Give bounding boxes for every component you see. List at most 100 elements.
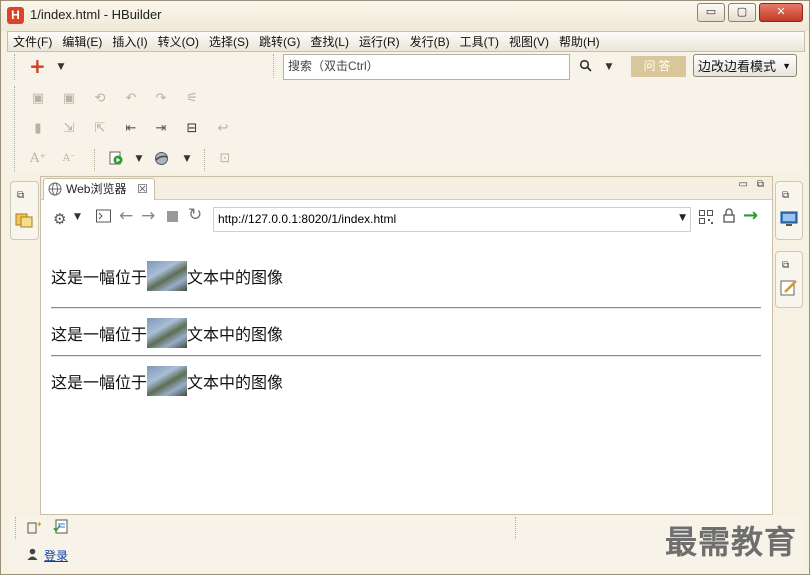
maximize-button[interactable]: ▢ — [728, 3, 756, 22]
new-plus-icon[interactable]: + — [29, 56, 46, 76]
user-icon — [27, 548, 38, 563]
menu-help[interactable]: 帮助(H) — [554, 33, 605, 50]
menu-view[interactable]: 视图(V) — [504, 33, 554, 50]
toolbar-separator — [273, 54, 276, 78]
format-icon[interactable]: ⚟ — [184, 91, 200, 107]
svg-text:✦: ✦ — [36, 520, 41, 529]
refresh-icon[interactable]: ↻ — [188, 205, 202, 225]
new-view-icon[interactable]: ✦ — [27, 520, 43, 537]
toolbar-grip — [14, 54, 17, 80]
inline-tree-image — [147, 261, 188, 291]
hbuilder-window: H 1/index.html - HBuilder ▭ ▢ ✕ 文件(F) 编辑… — [0, 0, 810, 575]
minimize-panel-icon[interactable]: ▭ — [739, 179, 748, 190]
save-all-icon[interactable]: ▣ — [61, 91, 77, 107]
watermark-logo: 最需教育 — [664, 523, 797, 561]
back-arrow-icon[interactable]: ← — [119, 206, 133, 226]
outline-monitor-icon[interactable] — [780, 210, 798, 231]
toolbar-separator — [204, 149, 207, 171]
search-icon[interactable] — [577, 59, 593, 75]
minimize-button[interactable]: ▭ — [697, 3, 725, 22]
browser-tab-bar: Web浏览器 ☒ ▭ ⧉ — [41, 177, 772, 200]
export-icon[interactable]: ⇱ — [92, 121, 108, 137]
comment-icon[interactable]: ⊟ — [184, 121, 200, 137]
tab-web-browser[interactable]: Web浏览器 ☒ — [43, 178, 155, 200]
go-arrow-icon[interactable]: → — [743, 205, 758, 226]
menu-convert[interactable]: 转义(O) — [153, 33, 204, 50]
settings-gear-icon[interactable]: ⚙ — [53, 210, 66, 228]
inline-tree-image — [147, 366, 188, 396]
restore-panel-icon[interactable]: ⧉ — [17, 190, 24, 201]
indent-right-icon[interactable]: ⇥ — [153, 121, 169, 137]
menu-tools[interactable]: 工具(T) — [455, 33, 504, 50]
menu-select[interactable]: 选择(S) — [204, 33, 254, 50]
font-decrease-icon[interactable]: A⁻ — [61, 151, 77, 167]
paragraph-text-before: 这是一幅位于 — [51, 373, 148, 392]
tab-close-icon[interactable]: ☒ — [137, 179, 148, 199]
menu-insert[interactable]: 插入(I) — [107, 33, 152, 50]
stop-icon[interactable] — [167, 211, 178, 222]
revert-icon[interactable]: ⟲ — [92, 91, 108, 107]
bookmark-icon[interactable]: ▮ — [30, 121, 46, 137]
project-folder-icon[interactable] — [15, 210, 33, 231]
ask-button[interactable]: 问答 — [631, 56, 686, 77]
status-separator — [515, 517, 516, 539]
inline-tree-image — [147, 318, 188, 348]
preview-dropdown-chevron-icon[interactable]: ▼ — [179, 151, 195, 167]
menu-edit[interactable]: 编辑(E) — [57, 33, 107, 50]
toolbar-separator — [94, 149, 97, 171]
url-history-chevron-icon[interactable]: ▼ — [679, 213, 686, 223]
paragraph-3: 这是一幅位于 文本中的图像 — [51, 366, 283, 396]
run-icon[interactable] — [108, 151, 124, 167]
browser-preview-icon[interactable] — [153, 151, 169, 167]
title-bar: H 1/index.html - HBuilder ▭ ▢ ✕ — [1, 1, 809, 31]
menu-find[interactable]: 查找(L) — [305, 33, 354, 50]
menu-run[interactable]: 运行(R) — [354, 33, 405, 50]
redo-icon[interactable]: ↷ — [153, 91, 169, 107]
globe-icon — [48, 182, 62, 202]
paragraph-text-after: 文本中的图像 — [187, 268, 284, 287]
right-side-panel-bottom: ⧉ — [775, 251, 803, 308]
paragraph-text-before: 这是一幅位于 — [51, 325, 148, 344]
menu-goto[interactable]: 跳转(G) — [254, 33, 305, 50]
menu-bar: 文件(F) 编辑(E) 插入(I) 转义(O) 选择(S) 跳转(G) 查找(L… — [7, 31, 805, 52]
message-icon[interactable]: ⊡ — [217, 151, 233, 167]
new-dropdown-chevron-icon[interactable]: ▼ — [53, 59, 69, 75]
close-button[interactable]: ✕ — [759, 3, 803, 22]
indent-left-icon[interactable]: ⇤ — [123, 121, 139, 137]
login-link[interactable]: 登录 — [44, 547, 68, 564]
search-box[interactable] — [283, 54, 570, 80]
lock-icon[interactable] — [723, 208, 735, 226]
paragraph-text-before: 这是一幅位于 — [51, 268, 148, 287]
wrap-icon[interactable]: ↩ — [215, 121, 231, 137]
save-icon[interactable]: ▣ — [30, 91, 46, 107]
status-grip — [15, 517, 16, 539]
paragraph-2: 这是一幅位于 文本中的图像 — [51, 318, 283, 348]
menu-file[interactable]: 文件(F) — [8, 33, 57, 50]
address-bar[interactable]: ▼ — [213, 207, 691, 232]
undo-icon[interactable]: ↶ — [123, 91, 139, 107]
restore-panel-icon[interactable]: ⧉ — [782, 190, 789, 201]
web-browser-panel: Web浏览器 ☒ ▭ ⧉ ⚙ ▼ ← → ↻ ▼ — [40, 176, 773, 515]
settings-dropdown-chevron-icon[interactable]: ▼ — [74, 212, 81, 222]
menu-publish[interactable]: 发行(B) — [405, 33, 455, 50]
edit-note-icon[interactable] — [780, 279, 798, 300]
console-icon[interactable] — [96, 209, 111, 226]
hbuilder-logo-icon: H — [7, 7, 24, 24]
search-dropdown-chevron-icon[interactable]: ▼ — [601, 59, 617, 75]
preview-mode-label: 边改边看模式 — [698, 59, 777, 74]
maximize-panel-icon[interactable]: ⧉ — [757, 179, 764, 190]
preview-mode-select[interactable]: 边改边看模式 ▼ — [693, 54, 797, 77]
task-list-icon[interactable] — [53, 519, 69, 538]
url-input[interactable] — [214, 208, 672, 229]
forward-arrow-icon[interactable]: → — [141, 206, 155, 226]
right-side-panel-top: ⧉ — [775, 181, 803, 240]
qrcode-icon[interactable] — [699, 210, 713, 227]
import-icon[interactable]: ⇲ — [61, 121, 77, 137]
search-input[interactable] — [284, 55, 562, 77]
font-increase-icon[interactable]: A⁺ — [30, 151, 46, 167]
restore-panel-icon[interactable]: ⧉ — [782, 260, 789, 271]
browser-nav-bar: ⚙ ▼ ← → ↻ ▼ → — [41, 200, 772, 238]
tab-label: Web浏览器 — [66, 182, 127, 196]
run-dropdown-chevron-icon[interactable]: ▼ — [131, 151, 147, 167]
chevron-down-icon: ▼ — [782, 61, 791, 71]
